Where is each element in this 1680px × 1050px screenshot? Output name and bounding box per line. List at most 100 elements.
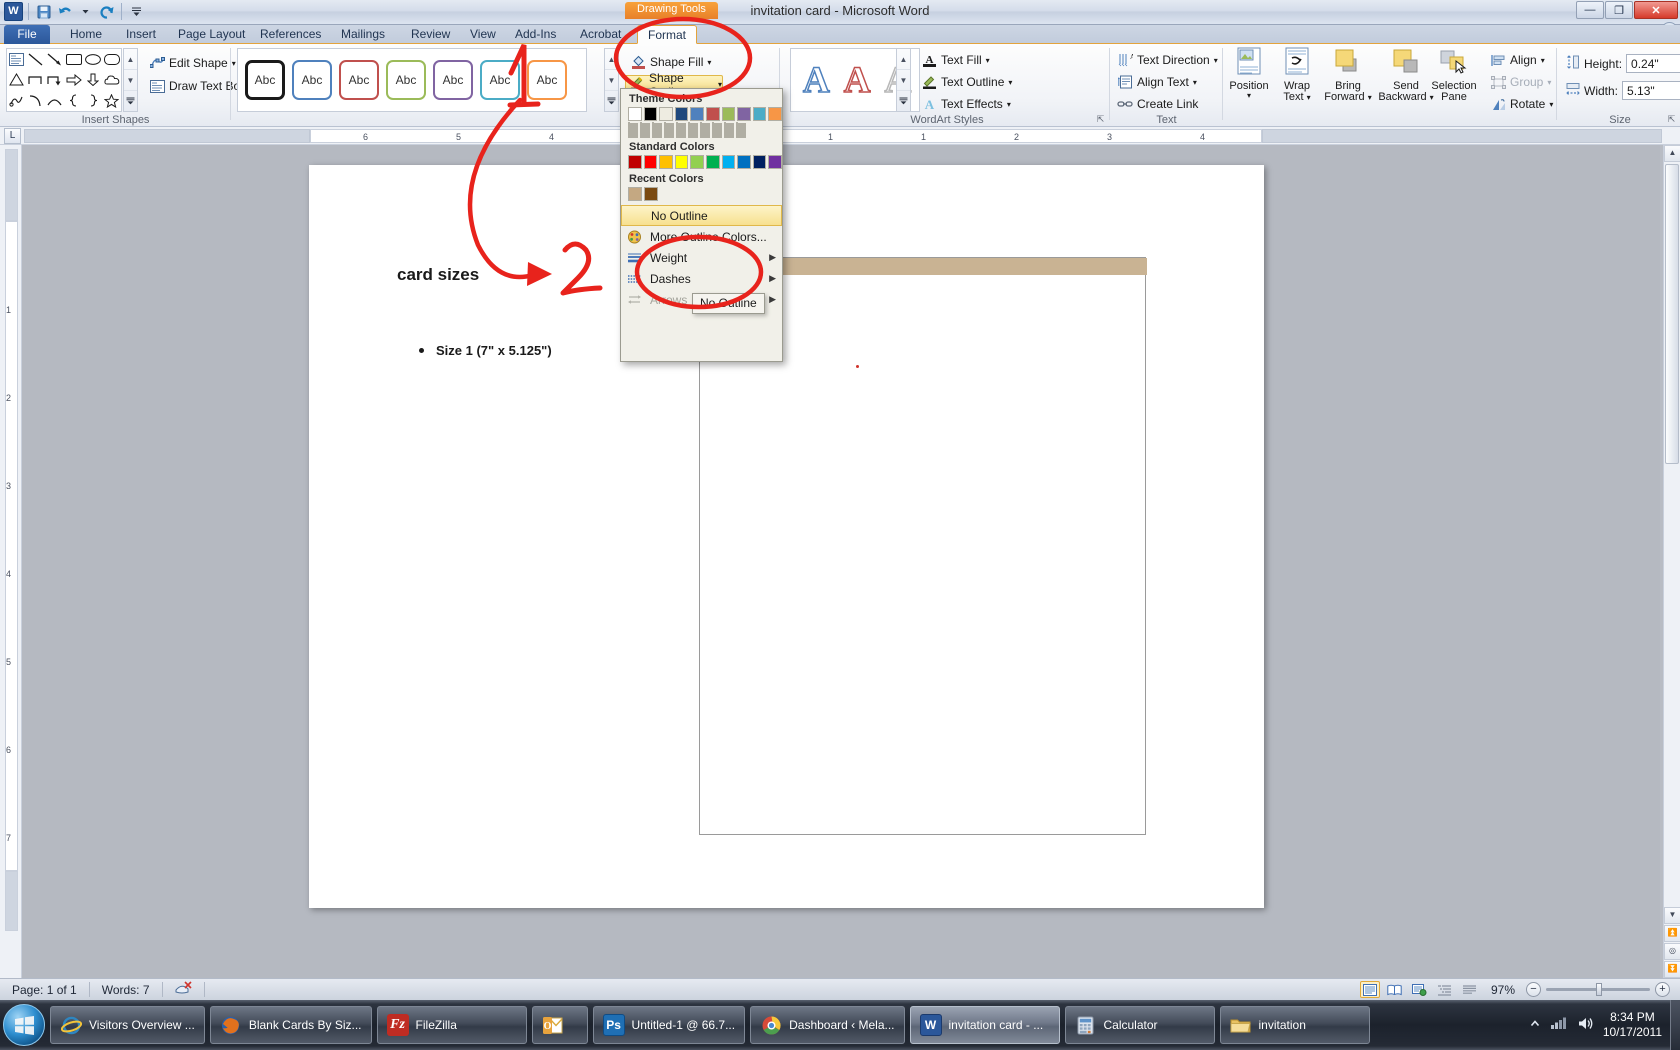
theme-swatch-10[interactable]: [768, 107, 782, 121]
theme-shade-col-4[interactable]: [664, 122, 674, 138]
document-work-area[interactable]: card sizes Size 1 (7" x 5.125"): [22, 145, 1660, 978]
list-item[interactable]: Size 1 (7" x 5.125"): [419, 343, 552, 358]
draft-view-button[interactable]: [1460, 981, 1480, 998]
standard-swatch-10[interactable]: [768, 155, 782, 169]
shape-elbow-connector-icon[interactable]: [26, 70, 45, 91]
align-button[interactable]: Align ▾: [1487, 51, 1548, 69]
scrollbar-thumb[interactable]: [1665, 164, 1679, 464]
tab-mailings[interactable]: Mailings: [331, 25, 395, 44]
shape-triangle-icon[interactable]: [7, 70, 26, 91]
tab-add-ins[interactable]: Add-Ins: [505, 25, 566, 44]
volume-icon[interactable]: [1577, 1016, 1594, 1034]
standard-swatch-6[interactable]: [705, 155, 720, 169]
shade-1-5[interactable]: [636, 123, 638, 138]
size-dialog-launcher[interactable]: ⇱: [1666, 114, 1677, 125]
shape-scribble-icon[interactable]: [7, 90, 26, 111]
theme-shade-col-8[interactable]: [712, 122, 722, 138]
rotate-dropdown-icon[interactable]: ▾: [1549, 100, 1553, 109]
shape-style-swatch-2[interactable]: Abc: [292, 60, 332, 100]
shape-style-swatch-7[interactable]: Abc: [527, 60, 567, 100]
taskbar-clock[interactable]: 8:34 PM 10/17/2011: [1603, 1010, 1662, 1040]
zoom-out-button[interactable]: −: [1526, 982, 1541, 997]
tab-insert[interactable]: Insert: [116, 25, 166, 44]
standard-swatch-3[interactable]: [659, 155, 673, 169]
theme-swatch-7[interactable]: [721, 107, 736, 121]
styles-scroll-up-icon[interactable]: ▲: [605, 49, 618, 69]
show-desktop-button[interactable]: [1670, 1000, 1680, 1050]
shape-style-swatch-3[interactable]: Abc: [339, 60, 379, 100]
standard-swatch-4[interactable]: [674, 155, 689, 169]
zoom-slider-thumb[interactable]: [1596, 983, 1602, 996]
theme-shade-col-5[interactable]: [676, 122, 686, 138]
rotate-button[interactable]: Rotate ▾: [1487, 95, 1556, 113]
shapes-scroll-down-icon[interactable]: ▼: [124, 69, 137, 90]
wordart-sample-2[interactable]: A: [843, 61, 871, 100]
styles-more-icon[interactable]: [605, 90, 618, 111]
shape-line-icon[interactable]: [26, 49, 45, 70]
shape-fill-dropdown-icon[interactable]: ▾: [707, 58, 711, 67]
text-effects-dropdown-icon[interactable]: ▾: [1007, 100, 1011, 109]
theme-shade-col-9[interactable]: [724, 122, 734, 138]
taskbar-item-blank-cards[interactable]: Blank Cards By Siz...: [209, 1006, 372, 1044]
page-title[interactable]: card sizes: [397, 265, 479, 285]
shape-down-arrow-icon[interactable]: [83, 70, 102, 91]
start-orb-icon[interactable]: [3, 1004, 45, 1046]
theme-shade-col-6[interactable]: [688, 122, 698, 138]
page-count[interactable]: Page: 1 of 1: [0, 983, 89, 997]
zoom-slider[interactable]: [1546, 983, 1650, 996]
shape-right-brace-icon[interactable]: [83, 90, 102, 111]
shape-oval-icon[interactable]: [83, 49, 102, 70]
horizontal-ruler[interactable]: L 6 5 4 3 2 1 1 2 3 4: [0, 127, 1680, 145]
bring-forward-dropdown-icon[interactable]: ▾: [1368, 93, 1372, 102]
shape-arrow-line-icon[interactable]: [45, 49, 64, 70]
shape-fill-button[interactable]: Shape Fill ▾: [627, 53, 714, 71]
shade-2-5[interactable]: [648, 123, 650, 138]
shape-outline-dropdown-menu[interactable]: Theme Colors Standard Colors Recent Colo…: [620, 88, 783, 362]
shape-left-brace-icon[interactable]: [64, 90, 83, 111]
styles-scroll-down-icon[interactable]: ▼: [605, 69, 618, 90]
taskbar-item-word[interactable]: W invitation card - ...: [909, 1006, 1060, 1044]
theme-swatch-8[interactable]: [737, 107, 751, 121]
shade-6-5[interactable]: [696, 123, 698, 138]
theme-swatch-6[interactable]: [705, 107, 720, 121]
shade-10-5[interactable]: [744, 123, 746, 138]
scroll-up-button[interactable]: ▲: [1664, 145, 1680, 162]
tab-acrobat[interactable]: Acrobat: [570, 25, 631, 44]
shade-9-5[interactable]: [732, 123, 734, 138]
shape-rounded-rect-icon[interactable]: [102, 49, 121, 70]
shape-star-icon[interactable]: [102, 90, 121, 111]
align-text-dropdown-icon[interactable]: ▾: [1193, 78, 1197, 87]
tab-page-layout[interactable]: Page Layout: [168, 25, 255, 44]
theme-swatch-1[interactable]: [628, 107, 642, 121]
word-count[interactable]: Words: 7: [90, 983, 162, 997]
shapes-scroll-up-icon[interactable]: ▲: [124, 49, 137, 69]
height-input[interactable]: 0.24" ▲▼: [1626, 54, 1680, 73]
align-dropdown-icon[interactable]: ▾: [1541, 56, 1545, 65]
standard-swatch-7[interactable]: [721, 155, 736, 169]
outline-view-button[interactable]: [1435, 981, 1455, 998]
shape-style-swatch-1[interactable]: Abc: [245, 60, 285, 100]
theme-swatch-2[interactable]: [643, 107, 658, 121]
vruler-page-area[interactable]: [5, 221, 18, 871]
standard-swatch-1[interactable]: [628, 155, 642, 169]
text-direction-dropdown-icon[interactable]: ▾: [1214, 56, 1218, 65]
network-icon[interactable]: [1550, 1016, 1568, 1034]
edit-shape-button[interactable]: Edit Shape ▾: [146, 54, 239, 72]
shade-8-5[interactable]: [720, 123, 722, 138]
window-controls[interactable]: — ❐ ✕: [1576, 1, 1678, 19]
wordart-gallery-scroll[interactable]: ▲ ▼: [896, 48, 911, 112]
taskbar-item-visitors-overview[interactable]: Visitors Overview ...: [50, 1006, 205, 1044]
shape-rectangle-icon[interactable]: [64, 49, 83, 70]
theme-shade-col-1[interactable]: [628, 122, 638, 138]
shapes-gallery[interactable]: [6, 48, 122, 112]
position-button[interactable]: Position ▾: [1225, 47, 1273, 100]
print-layout-view-button[interactable]: [1359, 981, 1380, 998]
full-screen-reading-view-button[interactable]: [1385, 981, 1405, 998]
web-layout-view-button[interactable]: [1410, 981, 1430, 998]
ruler-page-area[interactable]: 6 5 4 3 2 1 1 2 3 4: [310, 129, 1262, 143]
menu-item-weight[interactable]: Weight ▶: [621, 247, 782, 268]
tab-format[interactable]: Format: [637, 25, 698, 44]
proofing-errors-icon[interactable]: [163, 981, 204, 998]
text-outline-dropdown-icon[interactable]: ▾: [1008, 78, 1012, 87]
shape-elbow-arrow-icon[interactable]: [45, 70, 64, 91]
